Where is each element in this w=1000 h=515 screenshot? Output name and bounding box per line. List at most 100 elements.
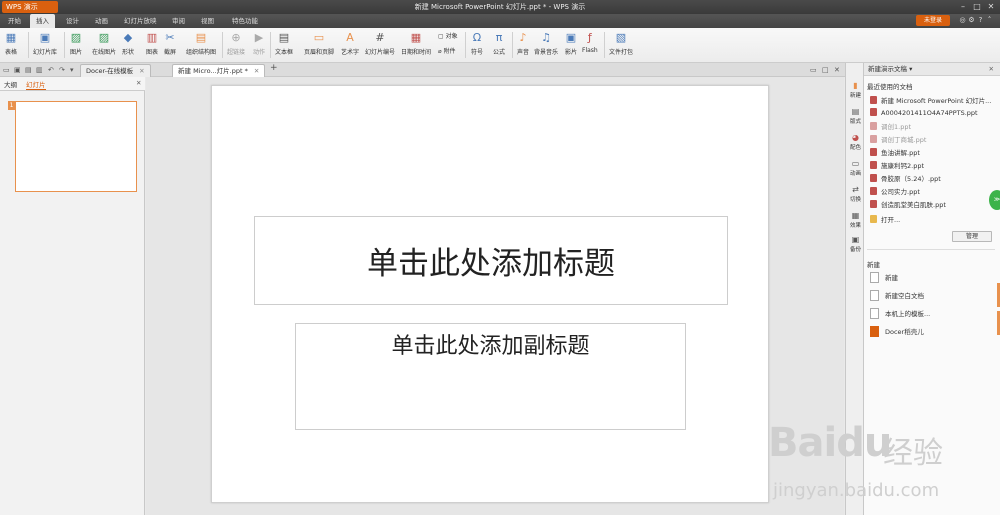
screenshot-button[interactable]: ✂ 截屏 <box>163 31 177 56</box>
preview-icon[interactable]: ▥ <box>36 66 43 74</box>
textbox-button[interactable]: ▤ 文本框 <box>275 31 293 56</box>
action-icon: ▶ <box>254 31 264 44</box>
redo-icon[interactable]: ↷ <box>59 66 65 74</box>
hyperlink-button[interactable]: ⊕ 超链接 <box>227 31 245 56</box>
menu-view[interactable]: 视图 <box>195 14 220 28</box>
slide-library-button[interactable]: ▣ 幻灯片库 <box>33 31 57 56</box>
close-tab-icon[interactable]: ✕ <box>139 67 144 75</box>
table-button[interactable]: ▦ 表格 <box>4 31 18 56</box>
side-color[interactable]: ◕ 配色 <box>846 133 865 151</box>
minimize-icon[interactable]: – <box>958 2 968 12</box>
menu-design[interactable]: 设计 <box>60 14 85 28</box>
recent-file[interactable]: 创造肌堂美白肌肤.ppt <box>870 199 994 209</box>
picture-button[interactable]: ▨ 图片 <box>69 31 83 56</box>
watermark-logo: Baidu <box>768 420 892 466</box>
login-button[interactable]: 未登录 <box>916 15 950 26</box>
maximize-icon[interactable]: □ <box>972 2 982 12</box>
flash-icon: ƒ <box>587 31 592 44</box>
task-pane-header[interactable]: 新建演示文稿 ▾ ✕ <box>864 63 1000 76</box>
side-animation[interactable]: ▭ 动画 <box>846 159 865 177</box>
side-transition[interactable]: ⇄ 切换 <box>846 185 865 203</box>
header-footer-button[interactable]: ▭ 页眉和页脚 <box>304 31 334 56</box>
object-button[interactable]: ▢ 对象 <box>438 31 458 40</box>
menu-review[interactable]: 审阅 <box>166 14 191 28</box>
tab-current-document[interactable]: 新建 Micro...灯片.ppt * ✕ <box>172 64 266 77</box>
recent-file[interactable]: 骨胶原（5.24）.ppt <box>870 173 994 183</box>
more-icon[interactable]: ▾ <box>70 66 74 74</box>
formula-button[interactable]: π 公式 <box>492 31 506 56</box>
org-chart-button[interactable]: ▤ 组织结构图 <box>186 31 216 56</box>
recent-file[interactable]: 施康利钙2.ppt <box>870 160 994 170</box>
float-assistant-icon[interactable]: ≫ <box>989 190 1000 210</box>
recent-file[interactable]: 调创1.ppt <box>870 121 994 131</box>
table-icon: ▦ <box>5 31 17 44</box>
new-presentation-link[interactable]: 新建 <box>870 272 898 283</box>
close-tab-icon[interactable]: ✕ <box>254 67 259 75</box>
close-doc-icon[interactable]: ✕ <box>834 66 840 74</box>
manage-button[interactable]: 管理 <box>952 231 992 242</box>
collapse-icon[interactable]: ˄ <box>985 16 994 24</box>
datetime-button[interactable]: ▦ 日期和时间 <box>401 31 431 56</box>
side-new[interactable]: ▮ 新建 <box>846 81 865 99</box>
menu-insert[interactable]: 插入 <box>30 14 55 28</box>
online-picture-button[interactable]: ▨ 在线图片 <box>92 31 116 56</box>
attachment-button[interactable]: ⌀ 附件 <box>438 46 456 55</box>
ppt-file-icon <box>870 122 877 130</box>
package-button[interactable]: ▧ 文件打包 <box>609 31 633 56</box>
menu-home[interactable]: 开始 <box>2 14 27 28</box>
picture-icon: ▨ <box>70 31 82 44</box>
menu-slideshow[interactable]: 幻灯片放映 <box>118 14 163 28</box>
undo-icon[interactable]: ↶ <box>48 66 54 74</box>
tab-outline[interactable]: 大纲 <box>4 79 17 89</box>
tab-docer-templates[interactable]: Docer-在线模板 ✕ <box>80 64 151 77</box>
save-icon[interactable]: ▣ <box>14 66 21 74</box>
subtitle-placeholder[interactable]: 单击此处添加副标题 <box>295 323 686 430</box>
music-button[interactable]: ♫ 背景音乐 <box>534 31 558 56</box>
flash-button[interactable]: ƒ Flash <box>582 31 598 54</box>
side-layout[interactable]: ▤ 版式 <box>846 107 865 125</box>
symbol-button[interactable]: Ω 符号 <box>470 31 484 56</box>
recent-file[interactable]: 调创丁商城.ppt <box>870 134 994 144</box>
help-icon[interactable]: ? <box>976 16 985 24</box>
recent-file[interactable]: 公司实力.ppt <box>870 186 994 196</box>
slide-thumbnail[interactable] <box>15 101 137 192</box>
datetime-icon: ▦ <box>410 31 422 44</box>
local-template-link[interactable]: 本机上的模板... <box>870 308 930 319</box>
slide-number-button[interactable]: # 幻灯片编号 <box>365 31 395 56</box>
print-icon[interactable]: ▤ <box>25 66 32 74</box>
restore-doc-icon[interactable]: ▭ <box>810 66 817 74</box>
wordart-button[interactable]: A 艺术字 <box>341 31 359 56</box>
sound-button[interactable]: ♪ 声音 <box>516 31 530 56</box>
blank-doc-icon <box>870 272 879 283</box>
shape-icon: ◆ <box>123 31 133 44</box>
skin-icon[interactable]: ◎ <box>958 16 967 24</box>
open-file-link[interactable]: 打开... <box>870 214 994 224</box>
side-backup[interactable]: ▣ 备份 <box>846 235 865 253</box>
object-icon: ▢ <box>438 33 446 40</box>
close-panel-icon[interactable]: ✕ <box>136 79 141 87</box>
close-pane-icon[interactable]: ✕ <box>989 63 994 76</box>
movie-button[interactable]: ▣ 影片 <box>564 31 578 56</box>
open-folder-icon[interactable]: ▭ <box>3 66 10 74</box>
recent-file[interactable]: 新建 Microsoft PowerPoint 幻灯片... <box>870 95 994 105</box>
document-tab-bar: ▭ ▣ ▤ ▥ ↶ ↷ ▾ Docer-在线模板 ✕ 新建 Micro...灯片.… <box>0 63 845 77</box>
settings-icon[interactable]: ⚙ <box>967 16 976 24</box>
close-icon[interactable]: ✕ <box>986 2 996 12</box>
slide-library-icon: ▣ <box>39 31 51 44</box>
shape-button[interactable]: ◆ 形状 <box>121 31 135 56</box>
title-placeholder[interactable]: 单击此处添加标题 <box>254 216 728 305</box>
new-blank-link[interactable]: 新建空白文档 <box>870 290 924 301</box>
maximize-doc-icon[interactable]: □ <box>822 66 829 74</box>
menu-special[interactable]: 特色功能 <box>226 14 264 28</box>
menu-animation[interactable]: 动画 <box>89 14 114 28</box>
side-effects[interactable]: ▦ 效果 <box>846 211 865 229</box>
recent-file[interactable]: 鱼油讲解.ppt <box>870 147 994 157</box>
chart-button[interactable]: ▥ 图表 <box>145 31 159 56</box>
slide[interactable]: 单击此处添加标题 单击此处添加副标题 <box>211 85 769 503</box>
docer-link[interactable]: Docer稻壳儿 <box>870 326 924 337</box>
recent-file[interactable]: A0004201411O4A74PPTS.ppt <box>870 108 994 117</box>
new-tab-icon[interactable]: + <box>270 63 278 73</box>
slide-number-icon: # <box>375 31 385 44</box>
tab-slides[interactable]: 幻灯片 <box>26 79 46 90</box>
action-button[interactable]: ▶ 动作 <box>252 31 266 56</box>
